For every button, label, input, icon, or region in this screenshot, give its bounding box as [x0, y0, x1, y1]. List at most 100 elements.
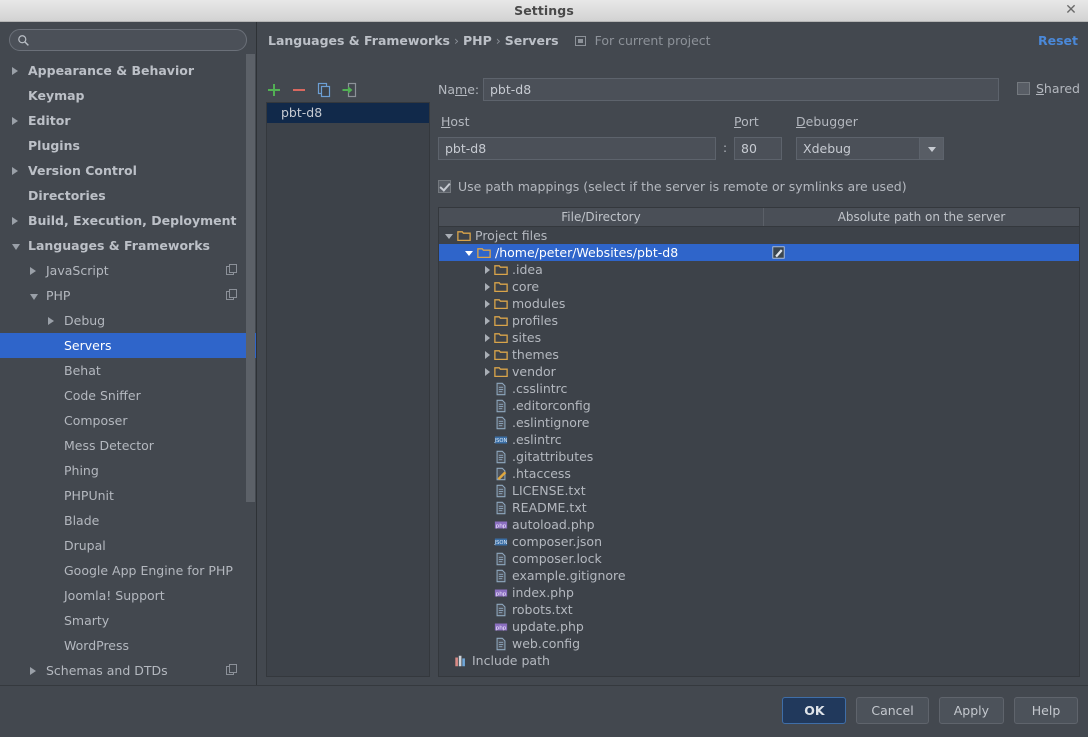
server-list-item[interactable]: pbt-d8: [267, 103, 429, 123]
table-row[interactable]: php autoload.php: [439, 516, 1079, 533]
disclosure-arrow-icon[interactable]: [485, 265, 490, 274]
search-input[interactable]: [34, 30, 238, 50]
disclosure-arrow-icon[interactable]: [485, 299, 490, 308]
sidebar-item-directories[interactable]: Directories: [0, 183, 256, 208]
sidebar-item-javascript[interactable]: JavaScript: [0, 258, 256, 283]
name-input[interactable]: [483, 78, 999, 101]
table-row[interactable]: README.txt: [439, 499, 1079, 516]
disclosure-arrow-icon[interactable]: [12, 108, 21, 133]
sidebar-item-drupal[interactable]: Drupal: [0, 533, 256, 558]
table-row[interactable]: .idea: [439, 261, 1079, 278]
sidebar-item-mess-detector[interactable]: Mess Detector: [0, 433, 256, 458]
table-row[interactable]: .eslintignore: [439, 414, 1079, 431]
sidebar-item-debug[interactable]: Debug: [0, 308, 256, 333]
sidebar-item-editor[interactable]: Editor: [0, 108, 256, 133]
sidebar-item-joomla-support[interactable]: Joomla! Support: [0, 583, 256, 608]
server-list[interactable]: pbt-d8: [266, 102, 430, 677]
sidebar-item-code-sniffer[interactable]: Code Sniffer: [0, 383, 256, 408]
sidebar-item-schemas-and-dtds[interactable]: Schemas and DTDs: [0, 658, 256, 683]
apply-button[interactable]: Apply: [938, 697, 1004, 724]
sidebar-item-smarty[interactable]: Smarty: [0, 608, 256, 633]
sidebar-item-phing[interactable]: Phing: [0, 458, 256, 483]
reset-link[interactable]: Reset: [1038, 33, 1078, 48]
debugger-select[interactable]: Xdebug: [796, 137, 944, 160]
breadcrumb-item[interactable]: PHP: [463, 33, 492, 48]
shared-checkbox[interactable]: [1016, 82, 1030, 95]
sidebar-item-keymap[interactable]: Keymap: [0, 83, 256, 108]
path-mappings-checkbox[interactable]: [438, 179, 451, 193]
ok-button[interactable]: OK: [782, 697, 847, 724]
disclosure-arrow-icon[interactable]: [465, 251, 473, 256]
table-row[interactable]: profiles: [439, 312, 1079, 329]
table-row[interactable]: php update.php: [439, 618, 1079, 635]
table-row[interactable]: example.gitignore: [439, 567, 1079, 584]
table-row[interactable]: vendor: [439, 363, 1079, 380]
column-header-absolute-path[interactable]: Absolute path on the server: [764, 208, 1079, 226]
table-row[interactable]: themes: [439, 346, 1079, 363]
host-input[interactable]: [438, 137, 716, 160]
disclosure-arrow-icon[interactable]: [485, 333, 490, 342]
table-row[interactable]: /home/peter/Websites/pbt-d8: [439, 244, 1079, 261]
disclosure-arrow-icon[interactable]: [30, 658, 39, 683]
table-row[interactable]: .gitattributes: [439, 448, 1079, 465]
sidebar-item-wordpress[interactable]: WordPress: [0, 633, 256, 658]
disclosure-arrow-icon[interactable]: [30, 283, 39, 308]
table-row[interactable]: core: [439, 278, 1079, 295]
table-row[interactable]: .htaccess: [439, 465, 1079, 482]
sidebar-item-plugins[interactable]: Plugins: [0, 133, 256, 158]
import-arrow-icon[interactable]: [341, 82, 357, 98]
disclosure-arrow-icon[interactable]: [485, 367, 490, 376]
help-button[interactable]: Help: [1014, 697, 1078, 724]
sidebar-item-php[interactable]: PHP: [0, 283, 256, 308]
table-row[interactable]: .csslintrc: [439, 380, 1079, 397]
table-row[interactable]: Project files: [439, 227, 1079, 244]
close-icon[interactable]: ✕: [1062, 2, 1080, 20]
breadcrumb-item[interactable]: Servers: [505, 33, 559, 48]
sidebar-item-phpunit[interactable]: PHPUnit: [0, 483, 256, 508]
sidebar-item-version-control[interactable]: Version Control: [0, 158, 256, 183]
disclosure-arrow-icon[interactable]: [485, 282, 490, 291]
sidebar-item-build-execution-deployment[interactable]: Build, Execution, Deployment: [0, 208, 256, 233]
disclosure-arrow-icon[interactable]: [48, 308, 57, 333]
port-input[interactable]: [734, 137, 782, 160]
table-row[interactable]: sites: [439, 329, 1079, 346]
cancel-button[interactable]: Cancel: [856, 697, 929, 724]
table-row[interactable]: .editorconfig: [439, 397, 1079, 414]
table-row[interactable]: JSON composer.json: [439, 533, 1079, 550]
disclosure-arrow-icon[interactable]: [12, 158, 21, 183]
copy-icon[interactable]: [316, 82, 332, 98]
disclosure-arrow-icon[interactable]: [485, 350, 490, 359]
path-mappings-checkbox-group[interactable]: Use path mappings (select if the server …: [438, 176, 1080, 196]
table-row[interactable]: LICENSE.txt: [439, 482, 1079, 499]
table-row[interactable]: composer.lock: [439, 550, 1079, 567]
plus-icon[interactable]: [266, 82, 282, 98]
disclosure-arrow-icon[interactable]: [12, 208, 21, 233]
folder-icon: [494, 366, 508, 377]
sidebar-item-appearance-behavior[interactable]: Appearance & Behavior: [0, 58, 256, 83]
sidebar-item-behat[interactable]: Behat: [0, 358, 256, 383]
sidebar-item-languages-frameworks[interactable]: Languages & Frameworks: [0, 233, 256, 258]
sidebar-item-composer[interactable]: Composer: [0, 408, 256, 433]
sidebar-item-blade[interactable]: Blade: [0, 508, 256, 533]
table-row[interactable]: modules: [439, 295, 1079, 312]
chevron-down-icon[interactable]: [919, 138, 943, 159]
disclosure-arrow-icon[interactable]: [485, 316, 490, 325]
table-row[interactable]: Include path: [439, 652, 1079, 669]
disclosure-arrow-icon[interactable]: [30, 258, 39, 283]
minus-icon[interactable]: [291, 82, 307, 98]
sidebar-scrollbar[interactable]: [246, 54, 255, 502]
breadcrumb-item[interactable]: Languages & Frameworks: [268, 33, 450, 48]
table-row[interactable]: JSON .eslintrc: [439, 431, 1079, 448]
disclosure-arrow-icon[interactable]: [12, 58, 21, 83]
column-header-file-directory[interactable]: File/Directory: [439, 208, 764, 226]
table-row[interactable]: robots.txt: [439, 601, 1079, 618]
disclosure-arrow-icon[interactable]: [12, 233, 21, 258]
disclosure-arrow-icon[interactable]: [445, 234, 453, 239]
pencil-icon[interactable]: [772, 246, 785, 259]
shared-checkbox-group[interactable]: Shared: [1016, 81, 1080, 96]
search-box[interactable]: [9, 29, 247, 51]
sidebar-item-google-app-engine-for-php[interactable]: Google App Engine for PHP: [0, 558, 256, 583]
table-row[interactable]: web.config: [439, 635, 1079, 652]
table-row[interactable]: php index.php: [439, 584, 1079, 601]
sidebar-item-servers[interactable]: Servers: [0, 333, 256, 358]
